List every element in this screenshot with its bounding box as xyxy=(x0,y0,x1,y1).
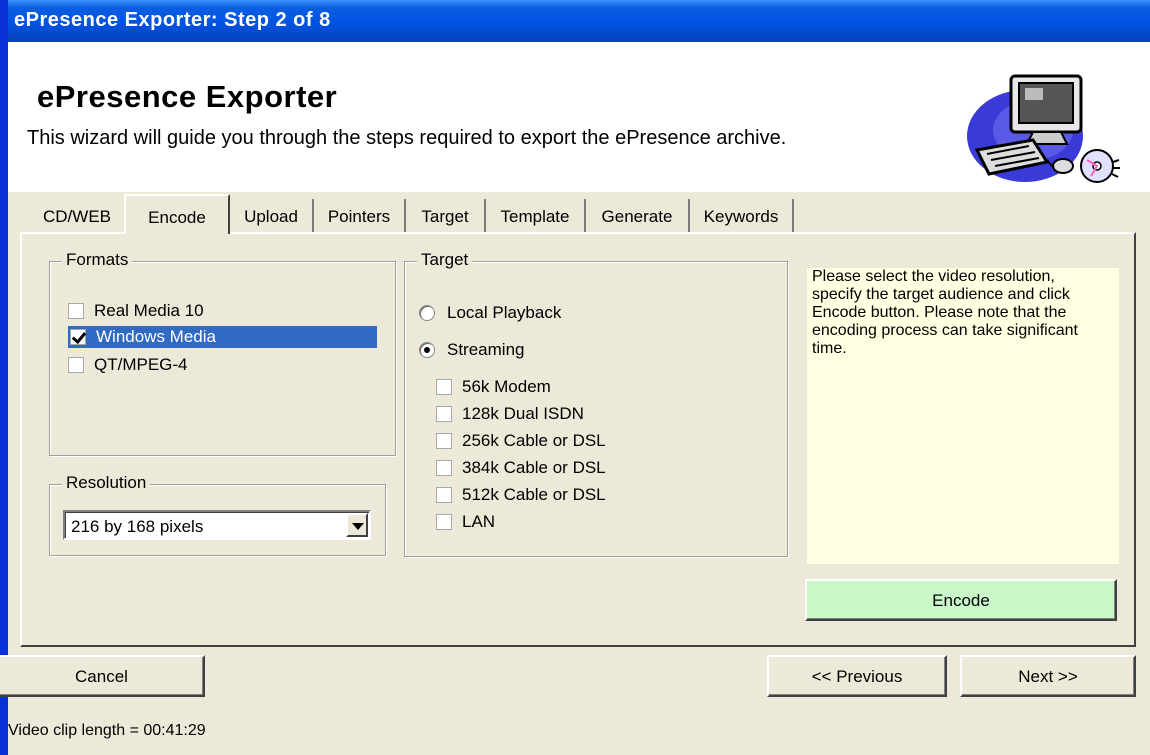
encode-panel: Formats Real Media 10 Windows Media QT/M… xyxy=(20,232,1136,647)
tab-target[interactable]: Target xyxy=(406,199,486,233)
clip-length-text: Video clip length = 00:41:29 xyxy=(8,722,206,739)
radio-local-playback[interactable]: Local Playback xyxy=(419,302,561,324)
tab-template[interactable]: Template xyxy=(486,199,586,233)
radio-streaming-button[interactable] xyxy=(419,342,435,358)
bandwidth-128k-label: 128k Dual ISDN xyxy=(462,404,584,423)
bandwidth-512k-label: 512k Cable or DSL xyxy=(462,485,606,504)
bandwidth-lan[interactable]: LAN xyxy=(436,511,495,533)
window-titlebar: ePresence Exporter: Step 2 of 8 xyxy=(8,0,1150,42)
format-qt-mpeg4[interactable]: QT/MPEG-4 xyxy=(68,354,370,376)
format-qt-mpeg4-label: QT/MPEG-4 xyxy=(94,355,188,374)
format-real-media-label: Real Media 10 xyxy=(94,301,204,320)
computer-cd-icon xyxy=(967,74,1120,183)
tab-upload[interactable]: Upload xyxy=(230,199,314,233)
next-button[interactable]: Next >> xyxy=(960,655,1136,697)
resolution-select[interactable]: 216 by 168 pixels xyxy=(63,510,371,540)
formats-legend: Formats xyxy=(62,250,133,270)
radio-streaming[interactable]: Streaming xyxy=(419,339,524,361)
cancel-button[interactable]: Cancel xyxy=(0,655,205,697)
help-text-box: Please select the video resolution, spec… xyxy=(807,268,1119,564)
bandwidth-256k-label: 256k Cable or DSL xyxy=(462,431,606,450)
radio-streaming-label: Streaming xyxy=(447,340,525,359)
tab-generate[interactable]: Generate xyxy=(586,199,690,233)
app-title: ePresence Exporter xyxy=(37,79,338,114)
status-bar: Video clip length = 00:41:29 xyxy=(8,722,206,740)
target-legend: Target xyxy=(417,250,473,270)
tab-keywords[interactable]: Keywords xyxy=(690,199,794,233)
tab-cd-web[interactable]: CD/WEB xyxy=(30,199,124,233)
resolution-group: Resolution 216 by 168 pixels xyxy=(49,473,386,556)
resolution-legend: Resolution xyxy=(62,473,151,493)
window-border xyxy=(0,0,8,755)
window-title: ePresence Exporter: Step 2 of 8 xyxy=(14,9,331,31)
bandwidth-256k-checkbox[interactable] xyxy=(436,433,452,449)
radio-local-playback-button[interactable] xyxy=(419,305,435,321)
help-text: Please select the video resolution, spec… xyxy=(812,268,1078,357)
tab-encode[interactable]: Encode xyxy=(124,194,230,234)
chevron-down-icon[interactable] xyxy=(346,513,368,537)
wizard-header: ePresence Exporter This wizard will guid… xyxy=(8,42,1150,192)
bandwidth-lan-label: LAN xyxy=(462,512,496,531)
bandwidth-128k-checkbox[interactable] xyxy=(436,406,452,422)
format-windows-media-label: Windows Media xyxy=(96,327,216,346)
bandwidth-384k-label: 384k Cable or DSL xyxy=(462,458,606,477)
bandwidth-384k-checkbox[interactable] xyxy=(436,460,452,476)
bandwidth-56k-checkbox[interactable] xyxy=(436,379,452,395)
bandwidth-256k[interactable]: 256k Cable or DSL xyxy=(436,430,606,452)
resolution-value: 216 by 168 pixels xyxy=(71,517,204,536)
previous-button[interactable]: << Previous xyxy=(767,655,947,697)
bandwidth-56k[interactable]: 56k Modem xyxy=(436,376,551,398)
bandwidth-512k[interactable]: 512k Cable or DSL xyxy=(436,484,606,506)
encode-button[interactable]: Encode xyxy=(805,579,1117,621)
format-qt-mpeg4-checkbox[interactable] xyxy=(68,357,84,373)
format-real-media[interactable]: Real Media 10 xyxy=(68,300,370,322)
target-group: Target Local Playback Streaming 56k Mode… xyxy=(404,250,788,557)
format-windows-media-checkbox[interactable] xyxy=(70,329,86,345)
radio-local-playback-label: Local Playback xyxy=(447,303,562,322)
bandwidth-512k-checkbox[interactable] xyxy=(436,487,452,503)
formats-group: Formats Real Media 10 Windows Media QT/M… xyxy=(49,250,396,456)
format-windows-media[interactable]: Windows Media xyxy=(68,326,377,348)
bandwidth-56k-label: 56k Modem xyxy=(462,377,551,396)
tab-pointers[interactable]: Pointers xyxy=(314,199,406,233)
format-real-media-checkbox[interactable] xyxy=(68,303,84,319)
app-description: This wizard will guide you through the s… xyxy=(27,127,787,149)
bandwidth-lan-checkbox[interactable] xyxy=(436,514,452,530)
bandwidth-384k[interactable]: 384k Cable or DSL xyxy=(436,457,606,479)
bandwidth-128k[interactable]: 128k Dual ISDN xyxy=(436,403,584,425)
